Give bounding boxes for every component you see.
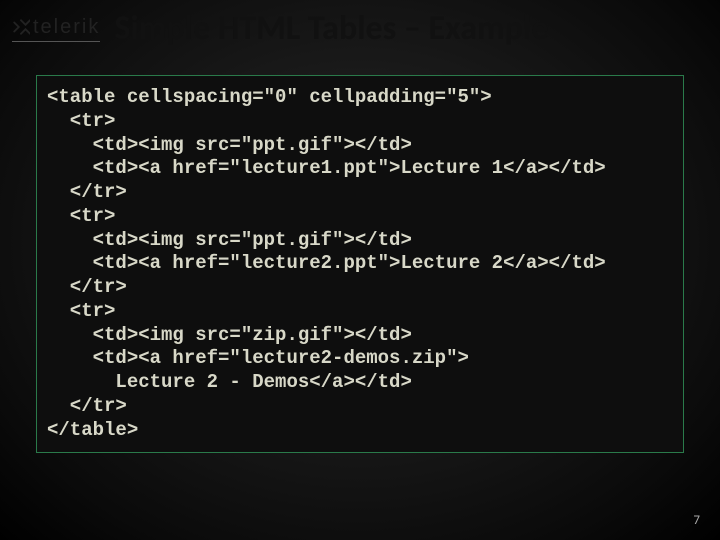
code-line: </table> xyxy=(47,419,679,443)
code-line: <tr> xyxy=(47,110,679,134)
slide-title: Simple HTML Tables – Example xyxy=(114,8,548,49)
code-line: <td><img src="zip.gif"></td> xyxy=(47,324,679,348)
code-line: Lecture 2 - Demos</a></td> xyxy=(47,371,679,395)
code-line: <td><img src="ppt.gif"></td> xyxy=(47,229,679,253)
code-line: <td><a href="lecture1.ppt">Lecture 1</a>… xyxy=(47,157,679,181)
code-line: <tr> xyxy=(47,300,679,324)
code-line: </tr> xyxy=(47,395,679,419)
brand-logo: telerik xyxy=(12,16,100,42)
telerik-icon xyxy=(12,18,30,36)
slide-header: telerik Simple HTML Tables – Example xyxy=(0,0,720,57)
code-line: <table cellspacing="0" cellpadding="5"> xyxy=(47,86,679,110)
code-line: <td><img src="ppt.gif"></td> xyxy=(47,134,679,158)
code-example-box: <table cellspacing="0" cellpadding="5"> … xyxy=(36,75,684,453)
code-line: <td><a href="lecture2-demos.zip"> xyxy=(47,347,679,371)
code-line: </tr> xyxy=(47,181,679,205)
brand-name: telerik xyxy=(33,16,100,39)
page-number: 7 xyxy=(693,513,700,528)
code-line: <tr> xyxy=(47,205,679,229)
code-line: </tr> xyxy=(47,276,679,300)
code-line: <td><a href="lecture2.ppt">Lecture 2</a>… xyxy=(47,252,679,276)
